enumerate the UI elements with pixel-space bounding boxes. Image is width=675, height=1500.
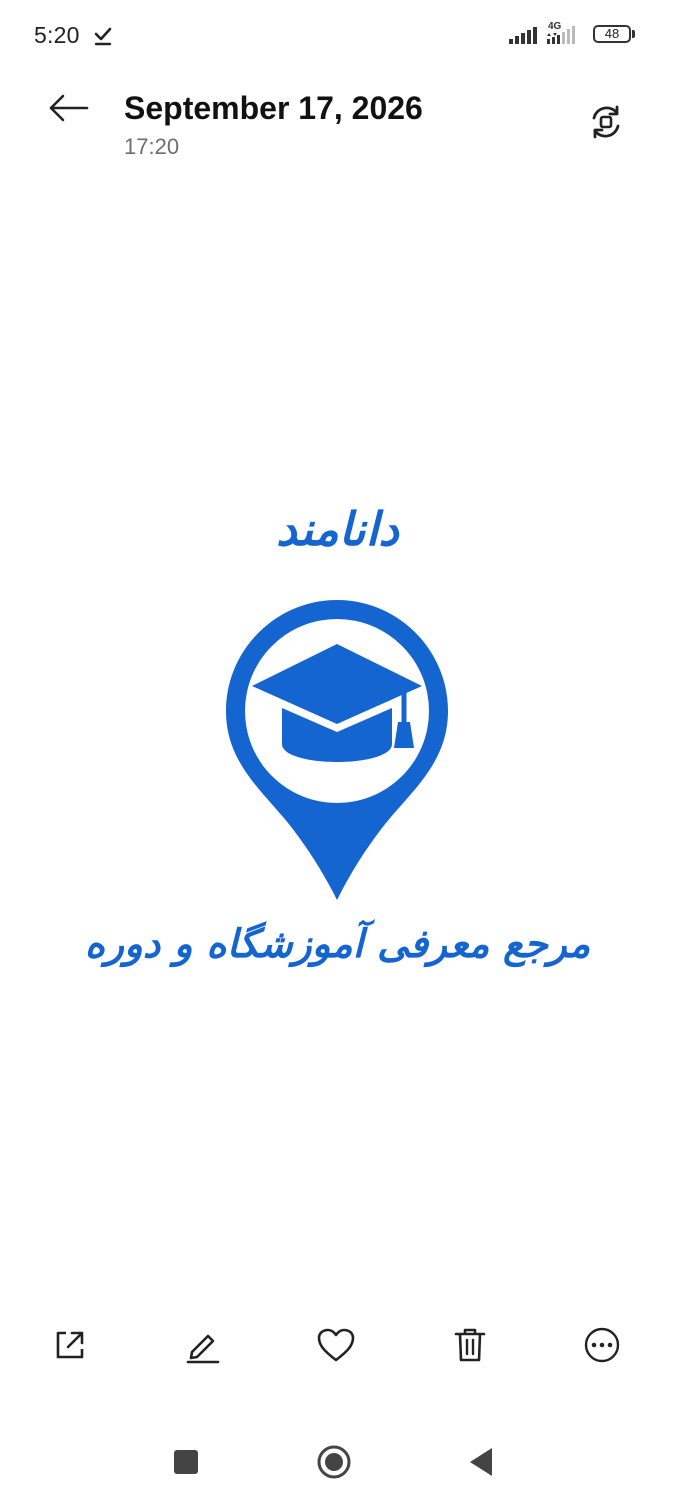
battery-level: 48: [604, 26, 620, 41]
recents-button[interactable]: [158, 1434, 214, 1490]
logo-brand-text: دانامند: [276, 502, 399, 556]
back-button[interactable]: [40, 84, 96, 132]
rotate-button[interactable]: [580, 96, 632, 148]
trash-icon: [454, 1328, 486, 1362]
page-title: September 17, 2026: [124, 90, 423, 126]
arrow-left-icon: [49, 94, 89, 122]
triangle-back-icon: [470, 1448, 492, 1476]
photo-action-bar: [0, 1310, 675, 1382]
page-subtitle-time: 17:20: [124, 134, 180, 159]
status-time: 5:20: [34, 22, 80, 48]
delete-button[interactable]: [440, 1310, 500, 1380]
share-button[interactable]: [40, 1310, 100, 1380]
graduation-pin-logo-icon: [226, 600, 448, 900]
home-button[interactable]: [306, 1434, 362, 1490]
heart-icon: [317, 1328, 355, 1362]
pencil-icon: [186, 1334, 220, 1364]
nav-back-button[interactable]: [453, 1434, 509, 1490]
edit-button[interactable]: [173, 1310, 233, 1380]
signal-icon: [509, 27, 537, 44]
more-button[interactable]: [572, 1310, 632, 1380]
more-icon: [584, 1327, 620, 1363]
logo-tagline-text: مرجع معرفی آموزشگاه و دوره: [84, 922, 591, 967]
network-type-label: 4G: [548, 21, 562, 32]
favorite-button[interactable]: [306, 1310, 366, 1380]
status-bar: 5:20 4G 48: [0, 0, 675, 72]
battery-tip: [632, 30, 635, 38]
download-done-icon: [94, 27, 112, 46]
circle-icon: [317, 1445, 351, 1479]
rotate-icon: [592, 105, 620, 139]
system-nav-bar: [0, 1420, 675, 1500]
share-icon: [56, 1331, 84, 1359]
square-icon: [174, 1450, 198, 1474]
